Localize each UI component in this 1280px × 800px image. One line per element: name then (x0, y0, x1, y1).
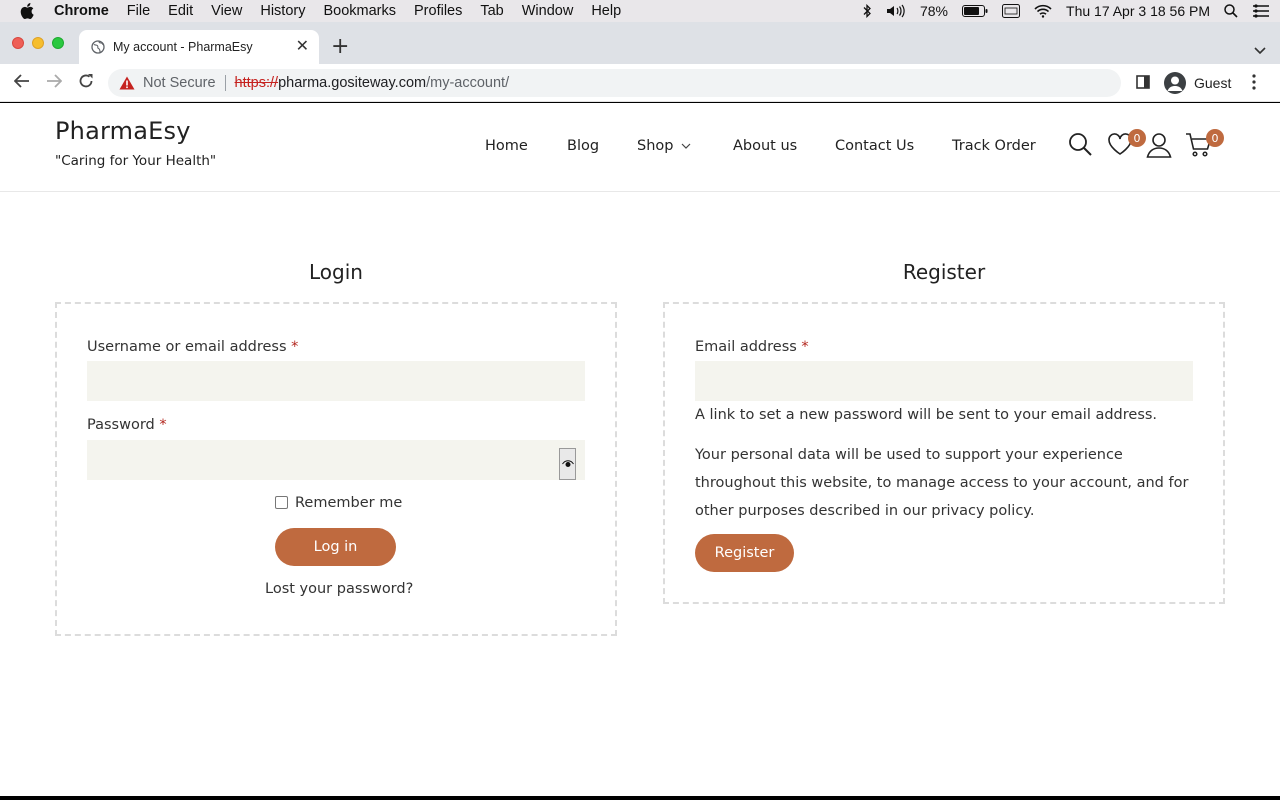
register-email-input[interactable] (695, 361, 1193, 401)
nav-blog[interactable]: Blog (567, 138, 599, 154)
menu-history[interactable]: History (260, 3, 305, 19)
email-label-text: Email address (695, 339, 797, 355)
minimize-window-button[interactable] (32, 37, 44, 49)
reload-icon[interactable] (78, 73, 94, 89)
menu-help[interactable]: Help (591, 3, 621, 19)
window-controls (12, 37, 64, 49)
username-label-text: Username or email address (87, 339, 287, 355)
address-bar[interactable]: Not Secure https:// pharma.gositeway.com… (108, 69, 1121, 97)
volume-icon[interactable] (886, 4, 906, 18)
password-label: Password * (87, 417, 167, 433)
register-button[interactable]: Register (695, 534, 794, 572)
spotlight-search-icon[interactable] (1224, 4, 1238, 18)
bluetooth-icon[interactable] (862, 4, 872, 18)
url-host: pharma.gositeway.com (278, 75, 427, 91)
menu-tab[interactable]: Tab (480, 3, 503, 19)
email-label: Email address * (695, 339, 809, 355)
password-label-text: Password (87, 417, 155, 433)
required-mark: * (801, 339, 809, 355)
profile-name: Guest (1194, 75, 1232, 91)
menu-bookmarks[interactable]: Bookmarks (323, 3, 396, 19)
menu-view[interactable]: View (211, 3, 242, 19)
lost-password-link[interactable]: Lost your password? (265, 581, 413, 597)
site-header: PharmaEsy "Caring for Your Health" Home … (0, 103, 1280, 192)
required-mark: * (291, 339, 299, 355)
close-window-button[interactable] (12, 37, 24, 49)
nav-home[interactable]: Home (485, 138, 528, 154)
menu-profiles[interactable]: Profiles (414, 3, 462, 19)
not-secure-label[interactable]: Not Secure (143, 75, 216, 91)
site-tagline: "Caring for Your Health" (55, 153, 217, 169)
privacy-policy-link[interactable]: privacy policy (931, 503, 1029, 519)
nav-about-us[interactable]: About us (733, 138, 797, 154)
web-page: PharmaEsy "Caring for Your Health" Home … (0, 103, 1280, 796)
profile-button[interactable]: Guest (1160, 68, 1240, 98)
privacy-notice: Your personal data will be used to suppo… (695, 441, 1205, 525)
globe-icon (91, 40, 105, 54)
menu-edit[interactable]: Edit (168, 3, 193, 19)
warning-triangle-icon[interactable] (119, 76, 135, 90)
menu-file[interactable]: File (127, 3, 150, 19)
menubar-clock[interactable]: Thu 17 Apr 3 18 56 PM (1066, 3, 1210, 19)
close-tab-icon[interactable]: ✕ (296, 39, 309, 55)
address-separator (224, 75, 226, 91)
required-mark: * (159, 417, 167, 433)
remember-me-label[interactable]: Remember me (295, 495, 402, 511)
login-button[interactable]: Log in (275, 528, 396, 566)
privacy-notice-end: . (1029, 503, 1035, 519)
nav-track-order[interactable]: Track Order (952, 138, 1036, 154)
tab-title: My account - PharmaEsy (113, 40, 253, 54)
password-input[interactable] (87, 440, 585, 480)
wishlist-count-badge: 0 (1128, 129, 1146, 147)
back-arrow-icon[interactable] (14, 73, 30, 89)
search-icon[interactable] (1068, 132, 1092, 156)
new-tab-button[interactable]: + (331, 36, 349, 58)
nav-shop[interactable]: Shop (637, 138, 691, 154)
battery-icon[interactable] (962, 5, 988, 17)
nav-contact-us[interactable]: Contact Us (835, 138, 914, 154)
keyboard-input-icon[interactable] (1002, 4, 1021, 18)
nav-shop-label: Shop (637, 138, 674, 154)
browser-toolbar: Not Secure https:// pharma.gositeway.com… (0, 64, 1280, 102)
control-center-icon[interactable] (1252, 4, 1270, 18)
side-panel-icon[interactable] (1136, 75, 1150, 89)
apple-icon[interactable] (20, 3, 40, 19)
chevron-down-icon (681, 138, 691, 154)
menu-window[interactable]: Window (522, 3, 574, 19)
password-link-notice: A link to set a new password will be sen… (695, 407, 1158, 423)
url-scheme: https:// (234, 75, 279, 91)
username-label: Username or email address * (87, 339, 298, 355)
wifi-icon[interactable] (1034, 4, 1052, 18)
maximize-window-button[interactable] (52, 37, 64, 49)
show-password-eye-icon[interactable] (559, 448, 576, 480)
browser-menu-icon[interactable] (1252, 74, 1256, 90)
site-brand[interactable]: PharmaEsy (55, 117, 191, 145)
battery-percent: 78% (919, 3, 949, 19)
username-input[interactable] (87, 361, 585, 401)
window-bottom-edge (0, 796, 1280, 800)
os-menubar: Chrome File Edit View History Bookmarks … (0, 0, 1280, 22)
account-user-icon[interactable] (1146, 132, 1172, 158)
register-title: Register (902, 260, 986, 284)
menu-app-name[interactable]: Chrome (54, 3, 109, 19)
login-title: Login (309, 260, 363, 284)
guest-avatar-icon (1164, 72, 1186, 94)
browser-tab-strip: My account - PharmaEsy ✕ + (0, 22, 1280, 64)
forward-arrow-icon[interactable] (46, 73, 62, 89)
cart-count-badge: 0 (1206, 129, 1224, 147)
browser-tab-active[interactable]: My account - PharmaEsy ✕ (79, 30, 319, 64)
tab-search-chevron-icon[interactable] (1254, 40, 1266, 59)
remember-me-checkbox[interactable] (275, 496, 288, 509)
url-path: /my-account/ (426, 75, 510, 91)
